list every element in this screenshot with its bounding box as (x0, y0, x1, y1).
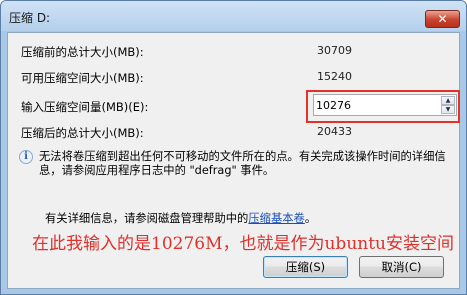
info-message: 无法将卷压缩到超出任何不可移动的文件所在的点。有关完成该操作时间的详细信息，请参… (39, 150, 446, 177)
close-icon: ✕ (437, 12, 448, 26)
help-line: 有关详细信息，请参阅磁盘管理帮助中的压缩基本卷。 (45, 210, 316, 226)
help-suffix: 。 (304, 212, 317, 225)
cancel-button[interactable]: 取消(C) (359, 256, 444, 278)
total-after-value: 20433 (317, 125, 352, 138)
highlight-box (306, 90, 460, 123)
shrink-amount-label: 输入压缩空间量(MB)(E): (21, 100, 149, 114)
help-link-shrink-basic-volume[interactable]: 压缩基本卷 (248, 212, 305, 225)
total-before-value: 30709 (317, 44, 352, 57)
shrink-dialog: 压缩 D: ✕ 压缩前的总计大小(MB): 30709 可用压缩空间大小(MB)… (0, 0, 467, 295)
shrink-button[interactable]: 压缩(S) (263, 256, 348, 278)
available-space-label: 可用压缩空间大小(MB): (21, 71, 144, 85)
total-before-label: 压缩前的总计大小(MB): (21, 45, 144, 59)
title-bar: 压缩 D: ✕ (1, 1, 466, 31)
close-button[interactable]: ✕ (425, 10, 460, 28)
dialog-body: 压缩前的总计大小(MB): 30709 可用压缩空间大小(MB): 15240 … (7, 32, 460, 289)
annotation-text: 在此我输入的是10276M，也就是作为ubuntu安装空间 (32, 234, 454, 254)
window-title: 压缩 D: (9, 11, 51, 25)
total-after-label: 压缩后的总计大小(MB): (21, 126, 144, 140)
info-icon: i (19, 150, 33, 164)
help-prefix: 有关详细信息，请参阅磁盘管理帮助中的 (45, 212, 249, 225)
available-space-value: 15240 (317, 70, 352, 83)
